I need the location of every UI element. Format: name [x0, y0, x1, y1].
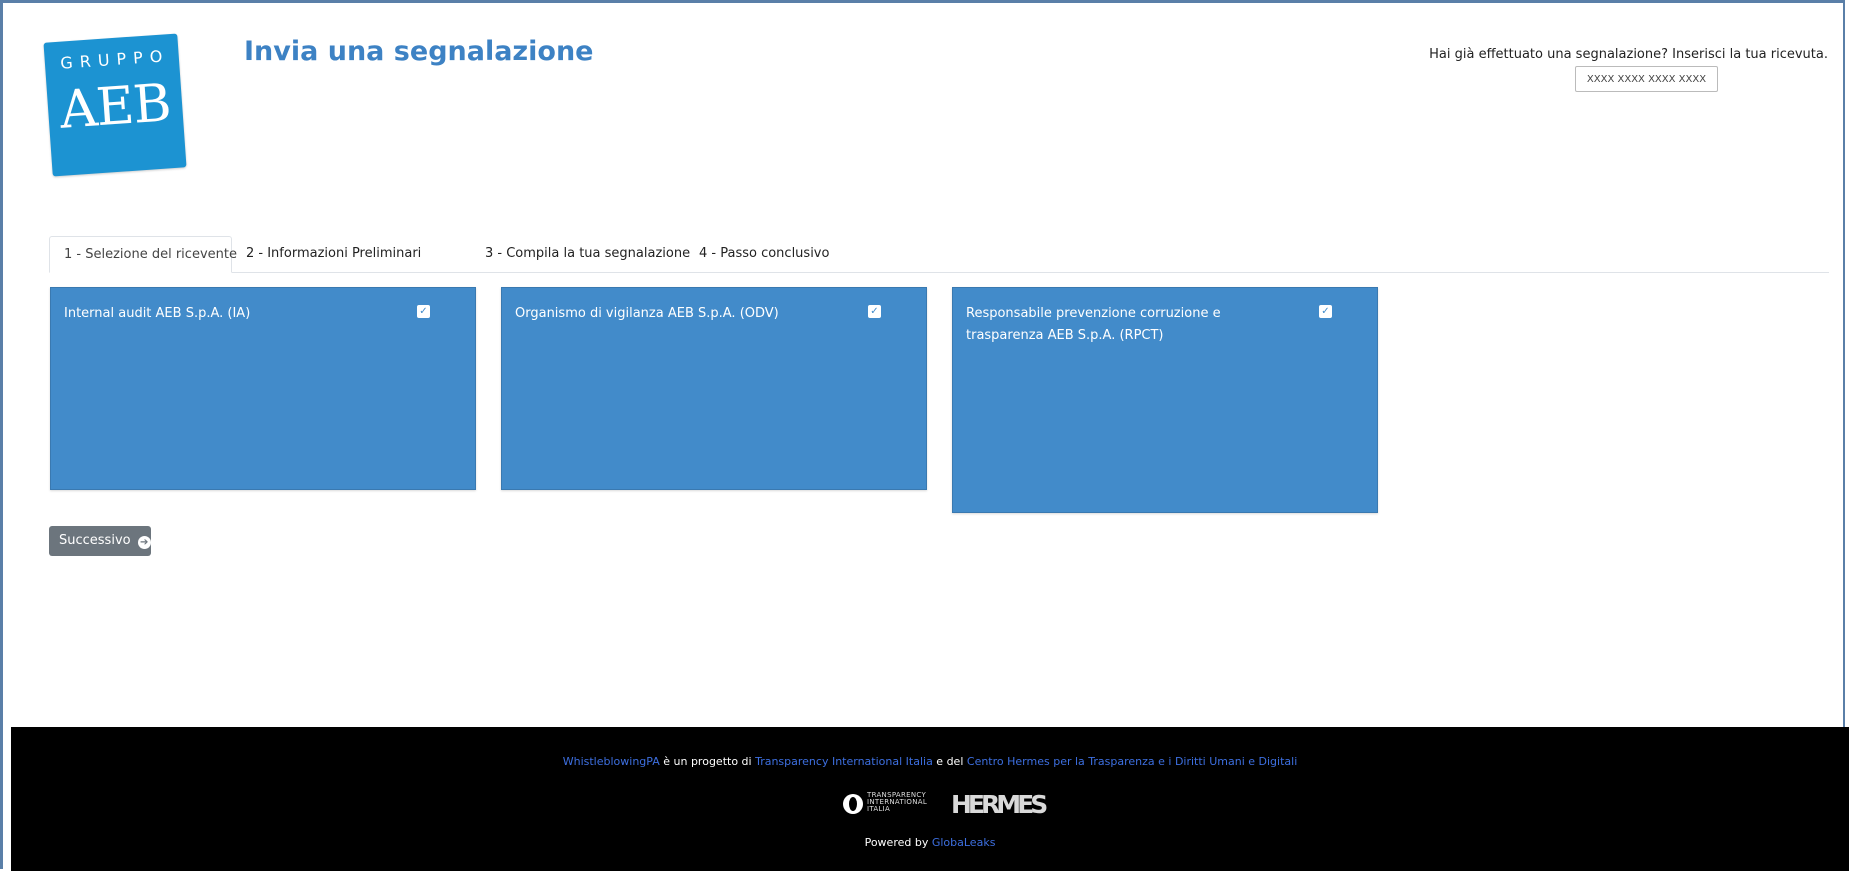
footer-credits: WhistleblowingPA è un progetto di Transp… [11, 755, 1849, 768]
next-button[interactable]: Successivo ➔ [49, 526, 151, 556]
tab-preliminary-info[interactable]: 2 - Informazioni Preliminari [232, 236, 435, 273]
logo-main-text: AEB [57, 73, 173, 141]
transparency-international-logo: TRANSPARENCY INTERNATIONAL ITALIA [843, 792, 938, 818]
gruppo-aeb-logo: GRUPPO AEB [43, 33, 187, 177]
credits-text: e del [932, 755, 967, 768]
recipient-card-odv[interactable]: Organismo di vigilanza AEB S.p.A. (ODV) … [501, 287, 927, 490]
ti-logo-line: ITALIA [867, 805, 891, 813]
receipt-input[interactable] [1575, 66, 1718, 92]
credits-text: è un progetto di [659, 755, 756, 768]
recipient-card-ia[interactable]: Internal audit AEB S.p.A. (IA) ✓ [50, 287, 476, 490]
page-title: Invia una segnalazione [244, 36, 594, 67]
receipt-prompt: Hai già effettuato una segnalazione? Ins… [1429, 47, 1828, 62]
tab-final-step[interactable]: 4 - Passo conclusivo [685, 236, 843, 273]
footer: WhistleblowingPA è un progetto di Transp… [11, 727, 1849, 871]
powered-by: Powered by GlobaLeaks [11, 836, 1849, 849]
logo-top-text: GRUPPO [59, 46, 170, 73]
whistleblowingpa-link[interactable]: WhistleblowingPA [563, 755, 660, 768]
powered-by-text: Powered by [864, 836, 932, 849]
recipient-card-rpct[interactable]: Responsabile prevenzione corruzione e tr… [952, 287, 1378, 513]
next-button-label: Successivo [59, 533, 131, 548]
transparency-international-link[interactable]: Transparency International Italia [755, 755, 933, 768]
arrow-circle-right-icon: ➔ [137, 536, 151, 549]
tab-recipient-selection[interactable]: 1 - Selezione del ricevente [49, 236, 237, 273]
checkbox-checked-icon[interactable]: ✓ [417, 305, 430, 318]
recipient-label: Internal audit AEB S.p.A. (IA) [64, 306, 251, 321]
checkbox-checked-icon[interactable]: ✓ [1319, 305, 1332, 318]
recipient-label: Responsabile prevenzione corruzione e tr… [966, 306, 1221, 343]
globe-icon [843, 794, 863, 814]
recipient-label: Organismo di vigilanza AEB S.p.A. (ODV) [515, 306, 779, 321]
hermes-logo: HERMES [951, 790, 1048, 819]
partner-logos: TRANSPARENCY INTERNATIONAL ITALIA HERMES [11, 789, 1849, 819]
tab-fill-report[interactable]: 3 - Compila la tua segnalazione [471, 236, 704, 273]
checkbox-checked-icon[interactable]: ✓ [868, 305, 881, 318]
centro-hermes-link[interactable]: Centro Hermes per la Trasparenza e i Dir… [967, 755, 1297, 768]
step-tabs: 1 - Selezione del ricevente 2 - Informaz… [49, 236, 1829, 273]
globaleaks-link[interactable]: GlobaLeaks [932, 836, 996, 849]
